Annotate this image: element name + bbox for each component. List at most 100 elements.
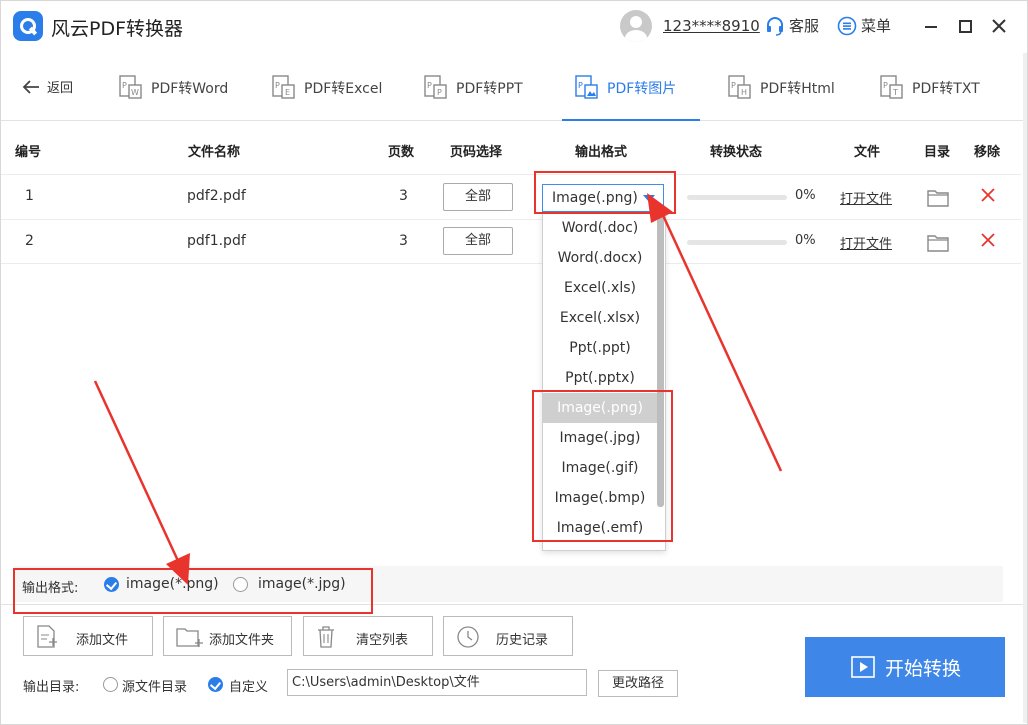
- dropdown-option[interactable]: Excel(.xlsx): [543, 303, 657, 333]
- maximize-button[interactable]: [954, 15, 976, 37]
- back-button[interactable]: 返回: [21, 77, 73, 96]
- tab-pdf-to-ppt[interactable]: PP PDF转PPT: [422, 73, 523, 103]
- svg-text:T: T: [892, 88, 898, 97]
- tab-pdf-to-image[interactable]: P PDF转图片: [573, 73, 676, 103]
- username-link[interactable]: 123****8910: [663, 17, 760, 35]
- row-index: 1: [25, 188, 34, 204]
- row-filename: pdf2.pdf: [187, 188, 246, 204]
- row-filename: pdf1.pdf: [187, 233, 246, 249]
- title-bar: 风云PDF转换器 123****8910 客服 菜单: [1, 1, 1027, 53]
- dropdown-option[interactable]: Excel(.xls): [543, 273, 657, 303]
- svg-text:P: P: [437, 88, 442, 97]
- table-row: 1 pdf2.pdf 3 全部 Image(.png) 0% 打开文件: [1, 174, 1021, 218]
- radio-source-dir-label[interactable]: 源文件目录: [122, 676, 187, 695]
- header-status: 转换状态: [710, 145, 763, 160]
- close-button[interactable]: [988, 15, 1010, 37]
- annotation-box-output-format: [13, 568, 373, 614]
- tab-label: PDF转图片: [607, 81, 677, 97]
- file-table-header: 编号 文件名称 页数 页码选择 输出格式 转换状态 文件 目录 移除: [1, 122, 1027, 174]
- avatar[interactable]: [620, 10, 652, 42]
- tab-label: PDF转Html: [760, 81, 835, 97]
- delete-icon[interactable]: [980, 187, 996, 203]
- dropdown-option[interactable]: Ppt(.ppt): [543, 333, 657, 363]
- arrow-left-icon: [22, 79, 39, 94]
- add-folder-button[interactable]: 添加文件夹: [163, 616, 292, 656]
- row-pages: 3: [399, 233, 408, 249]
- page-select-button[interactable]: 全部: [443, 227, 513, 255]
- radio-custom-dir-label[interactable]: 自定义: [229, 676, 268, 695]
- output-dir-label: 输出目录:: [23, 680, 80, 695]
- history-button[interactable]: 历史记录: [443, 616, 573, 656]
- tab-pdf-to-excel[interactable]: PE PDF转Excel: [270, 73, 382, 103]
- minimize-button[interactable]: [920, 15, 942, 37]
- svg-text:P: P: [275, 81, 280, 90]
- dropdown-option[interactable]: Ppt(.pptx): [543, 363, 657, 393]
- row-pages: 3: [399, 188, 408, 204]
- folder-icon[interactable]: [927, 188, 949, 207]
- row-divider: [1, 263, 1021, 264]
- header-remove: 移除: [974, 145, 1001, 160]
- active-tab-indicator: [562, 119, 700, 121]
- tab-pdf-to-txt[interactable]: PT PDF转TXT: [878, 73, 980, 103]
- svg-text:P: P: [731, 81, 736, 90]
- headset-icon: [767, 16, 783, 36]
- clear-list-label: 清空列表: [356, 633, 409, 648]
- pdf-excel-icon: PE: [272, 75, 295, 99]
- back-label: 返回: [47, 81, 74, 96]
- app-logo-icon: [13, 11, 43, 41]
- change-path-button[interactable]: 更改路径: [598, 670, 678, 697]
- annotation-box-image-options: [532, 390, 673, 542]
- folder-icon[interactable]: [927, 233, 949, 252]
- menu-label: 菜单: [861, 17, 892, 35]
- tab-label: PDF转PPT: [456, 81, 523, 97]
- dropdown-option[interactable]: Word(.doc): [543, 213, 657, 243]
- conversion-tabs: 返回 PW PDF转Word PE PDF转Excel PP PDF转PPT P…: [1, 53, 1027, 121]
- add-file-button[interactable]: 添加文件: [23, 616, 153, 656]
- tab-label: PDF转Excel: [304, 81, 383, 97]
- maximize-icon: [959, 20, 972, 33]
- delete-icon[interactable]: [980, 232, 996, 248]
- output-path-field[interactable]: C:\Users\admin\Desktop\文件: [287, 669, 587, 696]
- svg-text:P: P: [578, 81, 583, 90]
- window-scrollbar[interactable]: [1023, 53, 1027, 723]
- svg-text:P: P: [427, 81, 432, 90]
- pdf-html-icon: PH: [728, 75, 751, 99]
- trash-icon: [318, 626, 334, 648]
- header-file: 文件: [854, 145, 881, 160]
- table-row: 2 pdf1.pdf 3 全部 0% 打开文件: [1, 219, 1021, 263]
- dropdown-option[interactable]: Word(.docx): [543, 243, 657, 273]
- tab-label: PDF转TXT: [912, 81, 980, 97]
- progress-bar: [687, 195, 787, 200]
- clock-icon: [457, 626, 479, 648]
- radio-source-dir[interactable]: [103, 677, 118, 692]
- pdf-txt-icon: PT: [880, 75, 903, 99]
- customer-service-button[interactable]: 客服: [765, 15, 819, 36]
- pdf-ppt-icon: PP: [424, 75, 447, 99]
- header-index: 编号: [15, 145, 42, 160]
- svg-text:P: P: [883, 81, 888, 90]
- tab-pdf-to-html[interactable]: PH PDF转Html: [726, 73, 835, 103]
- open-file-link[interactable]: 打开文件: [840, 188, 892, 207]
- progress-percent: 0%: [795, 188, 816, 203]
- start-convert-label: 开始转换: [885, 658, 962, 680]
- add-folder-icon: [176, 628, 203, 647]
- menu-button[interactable]: 菜单: [837, 15, 891, 36]
- open-file-link[interactable]: 打开文件: [840, 233, 892, 252]
- start-convert-button[interactable]: 开始转换: [805, 637, 1005, 697]
- header-pages: 页数: [388, 145, 415, 160]
- progress-bar: [687, 240, 787, 245]
- svg-text:H: H: [741, 88, 747, 97]
- page-select-button[interactable]: 全部: [443, 183, 513, 211]
- pdf-word-icon: PW: [119, 75, 142, 99]
- app-window: 风云PDF转换器 123****8910 客服 菜单 返回 PW PDF转Wor…: [0, 0, 1028, 725]
- row-index: 2: [25, 233, 34, 249]
- header-dir: 目录: [924, 145, 951, 160]
- tab-pdf-to-word[interactable]: PW PDF转Word: [117, 73, 228, 103]
- add-file-icon: [37, 625, 57, 648]
- radio-custom-dir-checked[interactable]: [208, 677, 223, 692]
- svg-text:E: E: [285, 88, 290, 97]
- history-label: 历史记录: [496, 633, 549, 648]
- add-folder-label: 添加文件夹: [209, 633, 275, 648]
- header-filename: 文件名称: [188, 145, 241, 160]
- clear-list-button[interactable]: 清空列表: [303, 616, 433, 656]
